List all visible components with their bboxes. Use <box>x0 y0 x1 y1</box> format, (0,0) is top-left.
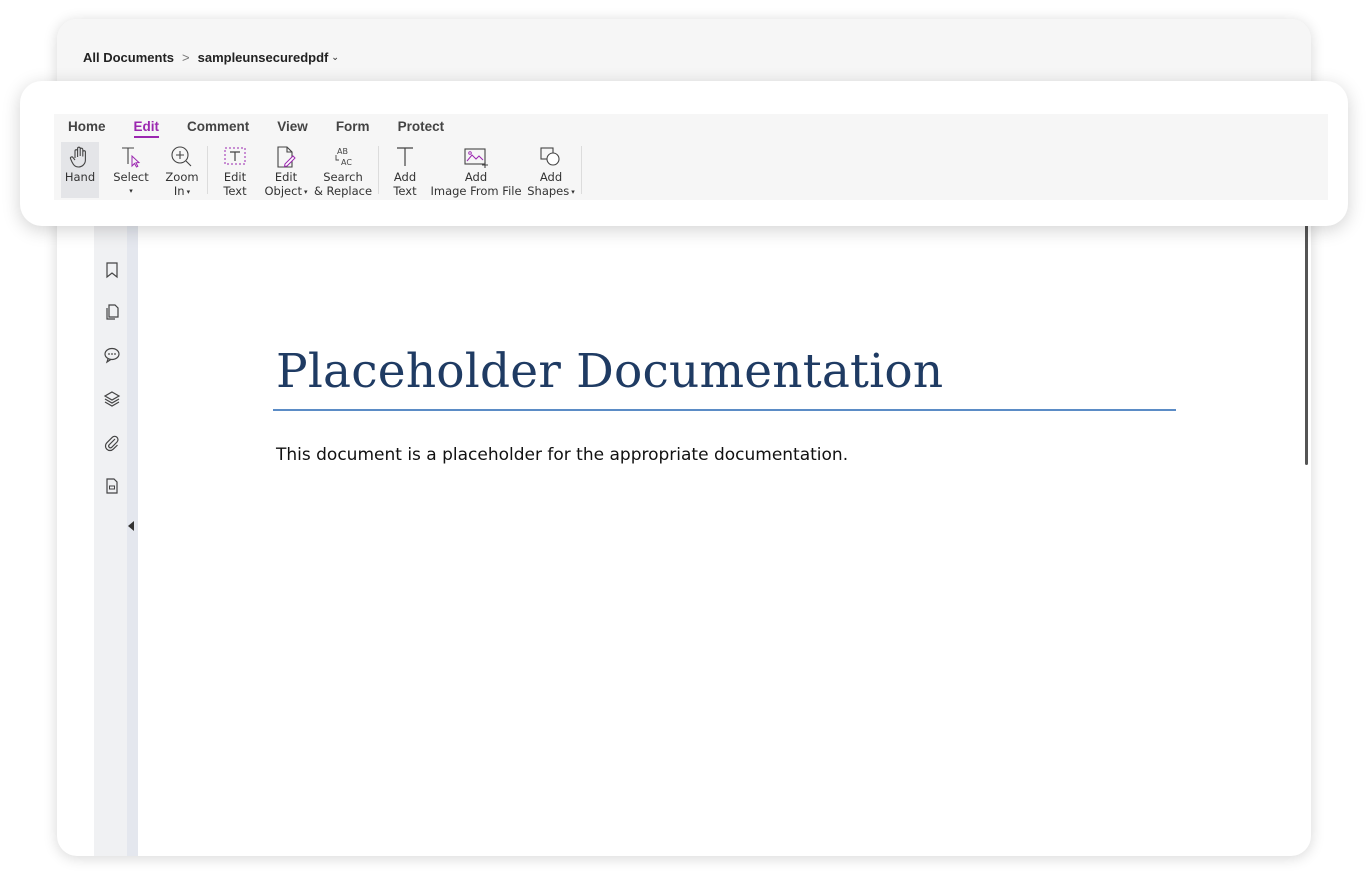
tab-comment[interactable]: Comment <box>187 119 249 138</box>
add-image-label-line1: Add <box>464 170 488 184</box>
vertical-scrollbar[interactable] <box>1305 225 1308 465</box>
pages-icon[interactable] <box>103 303 121 321</box>
add-shapes-label-line1: Add <box>539 170 563 184</box>
collapse-sidebar-icon[interactable] <box>128 521 134 531</box>
bookmark-icon[interactable] <box>103 261 121 279</box>
breadcrumb: All Documents > sampleunsecuredpdf ⌄ <box>83 50 339 65</box>
attachment-icon[interactable] <box>103 434 121 452</box>
breadcrumb-separator: > <box>182 50 190 65</box>
toolbar-divider <box>581 146 582 194</box>
comments-icon[interactable] <box>103 346 121 364</box>
select-text-cursor-icon <box>118 144 144 170</box>
title-underline-rule <box>273 409 1176 411</box>
add-shapes-tool-button[interactable]: Add Shapes ▾ <box>527 142 575 198</box>
search-replace-label-line1: Search <box>323 170 363 184</box>
add-shapes-label-line2: Shapes ▾ <box>527 184 575 198</box>
hand-tool-button[interactable]: Hand <box>61 142 99 198</box>
edit-object-dropdown-icon[interactable]: ▾ <box>304 188 308 196</box>
document-body-text: This document is a placeholder for the a… <box>276 445 849 465</box>
edit-object-label-line2: Object ▾ <box>264 184 308 198</box>
edit-object-icon <box>273 144 299 170</box>
add-image-tool-button[interactable]: Add Image From File <box>430 142 522 198</box>
edit-object-label-line1: Edit <box>274 170 298 184</box>
ribbon-toolbar-card: Home Edit Comment View Form Protect Hand… <box>20 81 1348 226</box>
search-replace-label-line2: & Replace <box>313 184 373 198</box>
add-text-label-line1: Add <box>393 170 417 184</box>
add-text-label-line2: Text <box>393 184 417 198</box>
add-text-icon <box>392 144 418 170</box>
tab-form[interactable]: Form <box>336 119 370 138</box>
add-image-icon <box>463 144 489 170</box>
select-tool-label: Select <box>113 170 149 184</box>
zoom-in-label-line2: In ▾ <box>173 184 191 198</box>
zoom-in-icon <box>169 144 195 170</box>
zoom-in-label-line1: Zoom <box>165 170 199 184</box>
breadcrumb-all-documents[interactable]: All Documents <box>83 50 174 65</box>
document-title: Placeholder Documentation <box>276 344 944 399</box>
tab-view[interactable]: View <box>277 119 308 138</box>
edit-text-label-line2: Text <box>223 184 247 198</box>
hand-icon <box>67 144 93 170</box>
add-shapes-icon <box>538 144 564 170</box>
search-replace-icon: AB AC <box>330 144 356 170</box>
edit-text-icon <box>222 144 248 170</box>
toolbar-divider <box>378 146 379 194</box>
svg-text:AC: AC <box>341 158 352 167</box>
add-image-label-line2: Image From File <box>430 184 522 198</box>
select-tool-button[interactable]: Select ▾ <box>111 142 151 198</box>
ribbon-tabs: Home Edit Comment View Form Protect <box>68 119 472 138</box>
add-shapes-dropdown-icon[interactable]: ▾ <box>571 188 575 196</box>
search-replace-tool-button[interactable]: AB AC Search & Replace <box>313 142 373 198</box>
edit-object-tool-button[interactable]: Edit Object ▾ <box>263 142 309 198</box>
ribbon-toolbar: Home Edit Comment View Form Protect Hand… <box>54 114 1328 200</box>
zoom-dropdown-icon[interactable]: ▾ <box>187 188 191 196</box>
tab-home[interactable]: Home <box>68 119 106 138</box>
edit-text-tool-button[interactable]: Edit Text <box>219 142 251 198</box>
sidebar-collapse-strip[interactable] <box>127 225 138 856</box>
svg-text:AB: AB <box>337 147 348 156</box>
tab-edit[interactable]: Edit <box>133 119 160 138</box>
breadcrumb-current-document[interactable]: sampleunsecuredpdf <box>198 50 329 65</box>
select-dropdown-icon[interactable]: ▾ <box>129 184 133 198</box>
edit-text-label-line1: Edit <box>223 170 247 184</box>
chevron-down-icon[interactable]: ⌄ <box>331 52 339 63</box>
layers-icon[interactable] <box>103 390 121 408</box>
toolbar-divider <box>207 146 208 194</box>
tab-protect[interactable]: Protect <box>398 119 445 138</box>
hand-tool-label: Hand <box>64 170 96 184</box>
form-fields-icon[interactable] <box>103 477 121 495</box>
zoom-in-tool-button[interactable]: Zoom In ▾ <box>163 142 201 198</box>
add-text-tool-button[interactable]: Add Text <box>389 142 421 198</box>
